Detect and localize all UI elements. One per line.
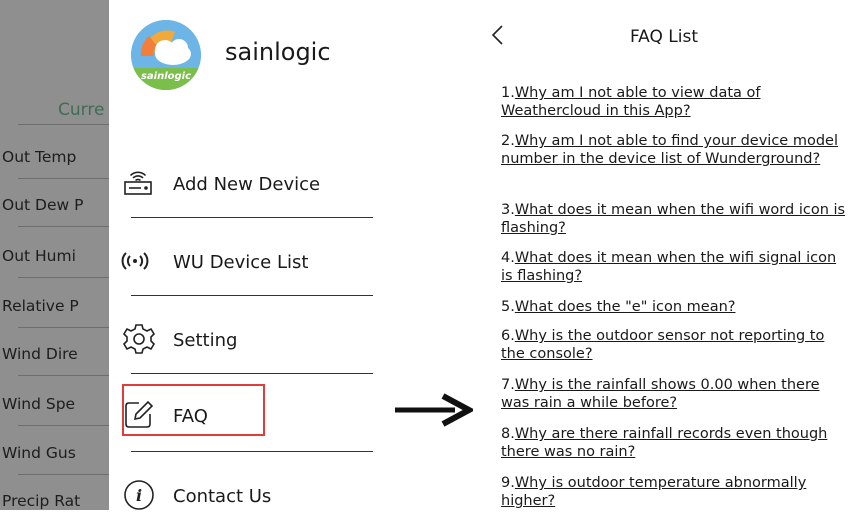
svg-text:sainlogic: sainlogic xyxy=(141,71,191,82)
menu-divider xyxy=(131,451,373,452)
sainlogic-logo: sainlogic xyxy=(131,20,201,90)
svg-text:i: i xyxy=(136,486,142,505)
faq-number: 5. xyxy=(501,299,515,315)
bg-row-wind-speed: Wind Spe xyxy=(2,395,76,413)
bg-row-wind-dir: Wind Dire xyxy=(2,345,78,363)
bg-row-out-temp: Out Temp xyxy=(2,148,77,166)
faq-item[interactable]: 6.Why is the outdoor sensor not reportin… xyxy=(501,327,846,363)
bg-row-out-humi: Out Humi xyxy=(2,247,76,265)
faq-item[interactable]: 2.Why am I not able to find your device … xyxy=(501,132,846,168)
signal-icon xyxy=(121,244,157,280)
faq-item[interactable]: 9.Why is outdoor temperature abnormally … xyxy=(501,474,846,510)
faq-question-link[interactable]: What does it mean when the wifi word ico… xyxy=(501,202,845,236)
faq-number: 4. xyxy=(501,250,515,266)
menu-item-wu-device-list[interactable]: WU Device List xyxy=(121,244,381,294)
menu-label-add-new-device: Add New Device xyxy=(173,174,321,195)
divider xyxy=(18,226,109,227)
current-tab-label: Curre xyxy=(58,100,105,120)
faq-number: 9. xyxy=(501,475,515,491)
gear-icon xyxy=(121,322,157,358)
menu-label-wu-device-list: WU Device List xyxy=(173,252,309,273)
faq-item[interactable]: 7.Why is the rainfall shows 0.00 when th… xyxy=(501,376,846,412)
faq-question-link[interactable]: What does it mean when the wifi signal i… xyxy=(501,250,836,284)
bg-row-precip: Precip Rat xyxy=(2,492,81,510)
menu-label-contact-us: Contact Us xyxy=(173,486,272,507)
faq-item[interactable]: 8.Why are there rainfall records even th… xyxy=(501,425,846,461)
faq-question-link[interactable]: Why is outdoor temperature abnormally hi… xyxy=(501,475,806,509)
divider xyxy=(18,425,109,426)
faq-question-link[interactable]: Why am I not able to view data of Weathe… xyxy=(501,85,760,119)
divider xyxy=(18,277,109,278)
menu-label-faq: FAQ xyxy=(173,406,208,427)
right-arrow-icon xyxy=(393,392,476,428)
menu-item-contact-us[interactable]: i Contact Us xyxy=(121,478,381,528)
faq-question-link[interactable]: Why am I not able to find your device mo… xyxy=(501,133,838,167)
background-app-panel: Curre Out Temp Out Dew P Out Humi Relati… xyxy=(0,0,109,510)
edit-icon xyxy=(121,398,157,434)
faq-list-screen: FAQ List 1.Why am I not able to view dat… xyxy=(480,0,848,510)
faq-number: 1. xyxy=(501,85,515,101)
bg-row-out-dew: Out Dew P xyxy=(2,196,84,214)
divider xyxy=(18,178,109,179)
bg-row-wind-gust: Wind Gus xyxy=(2,444,76,462)
menu-divider xyxy=(131,295,373,296)
brand-name: sainlogic xyxy=(225,38,331,66)
divider xyxy=(18,375,109,376)
faq-question-link[interactable]: What does the "e" icon mean? xyxy=(515,299,736,315)
menu-item-add-new-device[interactable]: Add New Device xyxy=(121,166,381,216)
menu-item-setting[interactable]: Setting xyxy=(121,322,381,372)
faq-question-link[interactable]: Why is the outdoor sensor not reporting … xyxy=(501,328,824,362)
menu-item-faq[interactable]: FAQ xyxy=(121,398,381,448)
divider xyxy=(18,474,109,475)
menu-label-setting: Setting xyxy=(173,330,238,351)
faq-question-link[interactable]: Why are there rainfall records even thou… xyxy=(501,426,827,460)
faq-number: 6. xyxy=(501,328,515,344)
faq-number: 3. xyxy=(501,202,515,218)
faq-item[interactable]: 1.Why am I not able to view data of Weat… xyxy=(501,84,846,120)
faq-item[interactable]: 4.What does it mean when the wifi signal… xyxy=(501,249,846,285)
divider xyxy=(18,327,109,328)
bg-row-relative: Relative P xyxy=(2,297,79,315)
menu-divider xyxy=(131,217,373,218)
faq-number: 8. xyxy=(501,426,515,442)
faq-question-link[interactable]: Why is the rainfall shows 0.00 when ther… xyxy=(501,377,820,411)
faq-number: 2. xyxy=(501,133,515,149)
menu-divider xyxy=(131,373,373,374)
navigation-drawer: sainlogic sainlogic Add New Device WU De… xyxy=(109,0,384,510)
info-icon: i xyxy=(121,478,157,514)
faq-item[interactable]: 5.What does the "e" icon mean? xyxy=(501,298,846,316)
divider xyxy=(18,124,109,125)
faq-number: 7. xyxy=(501,377,515,393)
faq-item[interactable]: 3.What does it mean when the wifi word i… xyxy=(501,201,846,237)
router-icon xyxy=(121,166,157,202)
page-title: FAQ List xyxy=(629,27,699,47)
